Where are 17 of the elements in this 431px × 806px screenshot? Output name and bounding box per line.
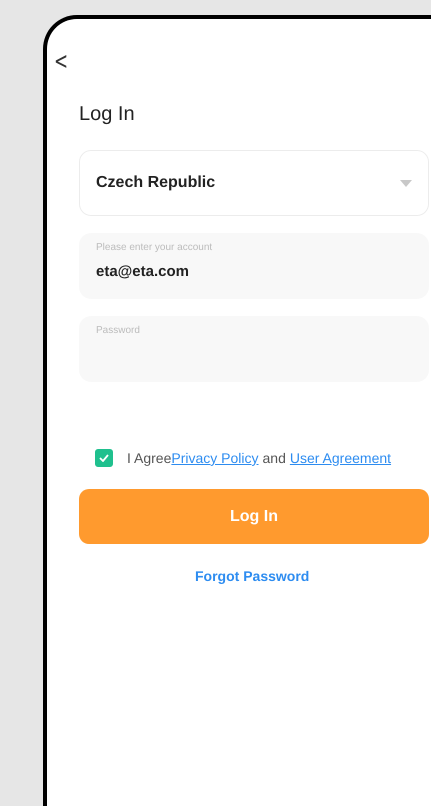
caret-icon — [400, 180, 412, 186]
checkmark-icon — [99, 454, 109, 462]
forgot-password-link[interactable]: Forgot Password — [195, 568, 310, 584]
region-value: Czech Republic — [96, 174, 216, 192]
agreement-text: I AgreePrivacy Policy and User Agreement — [127, 450, 392, 466]
account-input[interactable]: eta@eta.com — [96, 263, 412, 280]
password-field[interactable]: Password — [79, 316, 429, 382]
agree-checkbox[interactable] — [95, 449, 113, 467]
page-title: Log In — [79, 103, 136, 126]
login-button[interactable]: Log In — [79, 489, 429, 544]
back-button[interactable]: < — [54, 49, 68, 73]
policy-link[interactable]: Privacy Policy — [171, 450, 259, 466]
region-select[interactable]: Czech Republic — [79, 150, 429, 216]
policy-link[interactable]: User Agreement — [290, 450, 392, 466]
field-label: Password — [96, 325, 141, 336]
field-label: Please enter your account — [96, 242, 214, 253]
account-field[interactable]: Please enter your account eta@eta.com — [79, 233, 429, 299]
